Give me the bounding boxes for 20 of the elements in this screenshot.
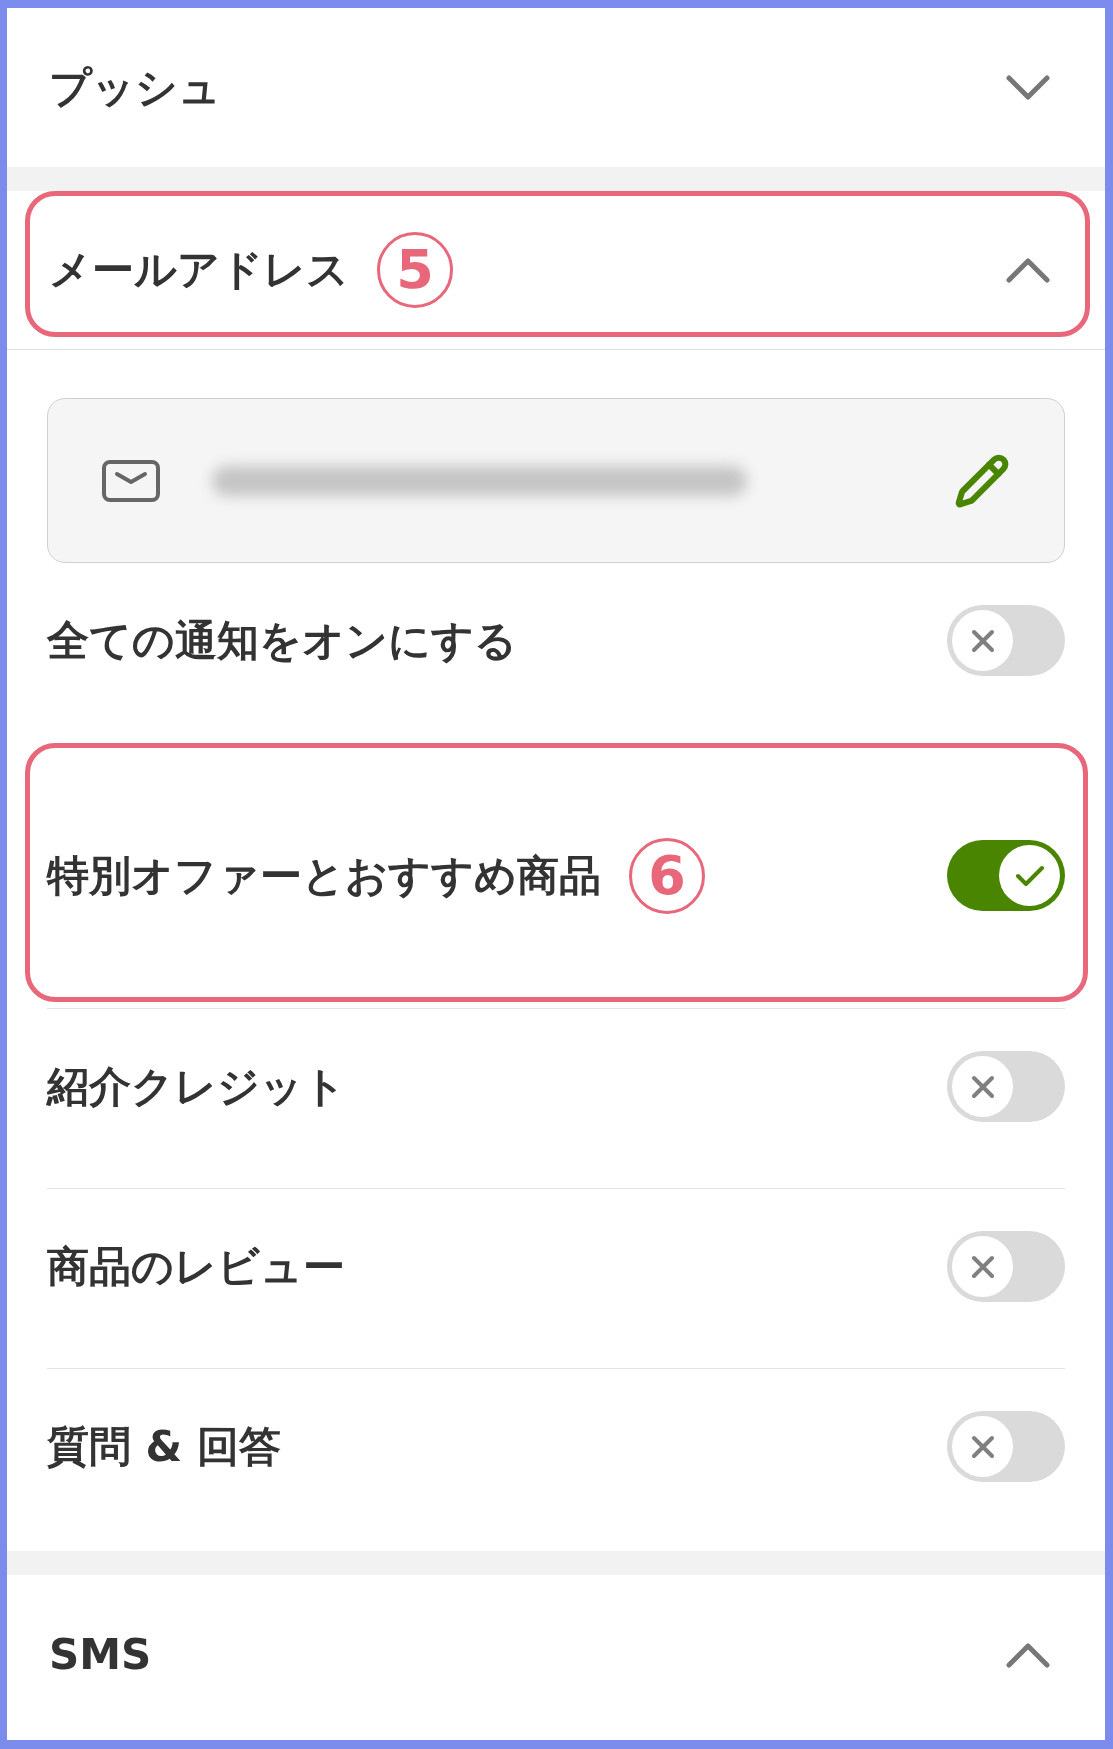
callout-number: 5: [377, 232, 453, 308]
check-icon: [999, 845, 1060, 906]
x-icon: [952, 1236, 1013, 1297]
toggle-label: 質問 & 回答: [47, 1425, 281, 1468]
pencil-icon[interactable]: [954, 452, 1010, 509]
x-icon: [952, 1416, 1013, 1477]
toggle-label: 特別オファーとおすすめ商品: [47, 854, 601, 897]
section-title: SMS: [49, 1633, 152, 1676]
toggle-label: 全ての通知をオンにする: [47, 619, 517, 662]
toggle-label: 紹介クレジット: [47, 1065, 346, 1108]
chevron-up-icon[interactable]: [1006, 257, 1050, 283]
section-title: メールアドレス: [49, 249, 349, 291]
mail-icon: [102, 459, 160, 502]
toggle-label: 商品のレビュー: [47, 1245, 345, 1288]
x-icon: [952, 610, 1013, 671]
section-title: プッシュ: [49, 66, 221, 109]
callout-number: 6: [629, 837, 705, 914]
chevron-up-icon[interactable]: [1006, 1641, 1050, 1668]
chevron-down-icon[interactable]: [1006, 74, 1050, 101]
x-icon: [952, 1056, 1013, 1117]
